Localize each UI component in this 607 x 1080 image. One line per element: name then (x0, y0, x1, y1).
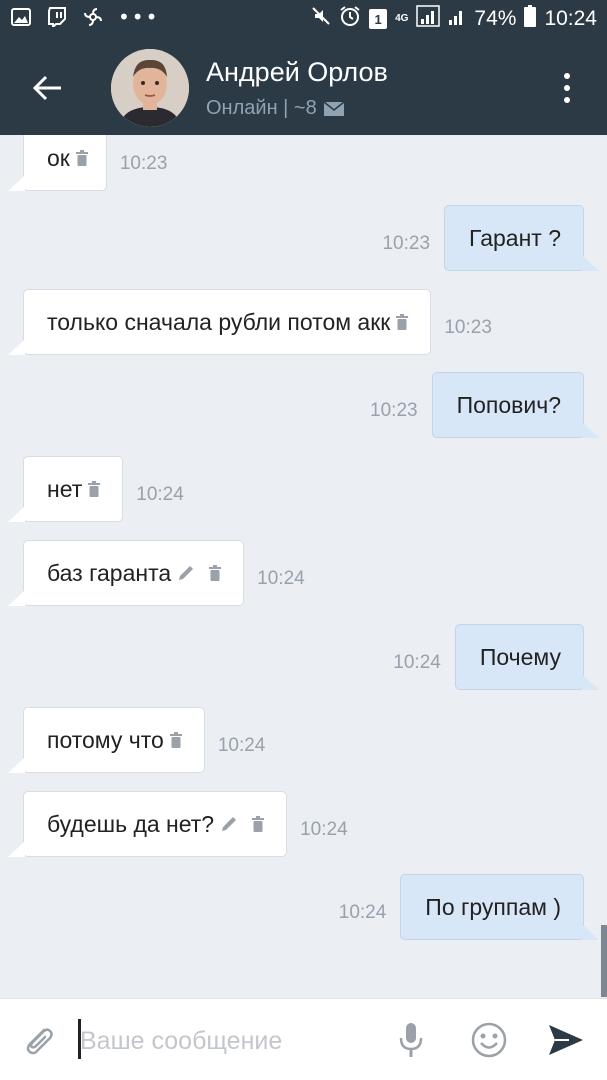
sim-badge: 1 (369, 9, 388, 29)
message-incoming[interactable]: нет 10:24 (7, 456, 184, 522)
alarm-icon (339, 5, 361, 33)
arrow-left-icon (33, 75, 61, 101)
message-outgoing[interactable]: 10:23 Попович? (370, 372, 600, 438)
status-text: Онлайн | ~8 (206, 97, 317, 119)
status-bar: ••• 1 4G 74% 10:24 (0, 0, 607, 40)
emoji-button[interactable] (470, 1021, 508, 1059)
message-text: нет (47, 475, 83, 502)
contact-avatar[interactable] (111, 49, 189, 127)
message-incoming[interactable]: баз гаранта 10:24 (7, 540, 305, 606)
system-indicators: 1 4G 74% 10:24 (311, 5, 597, 33)
send-button[interactable] (545, 1021, 587, 1059)
attach-button[interactable] (20, 1022, 56, 1058)
send-icon (549, 1025, 583, 1055)
message-outgoing[interactable]: 10:24 Почему (393, 624, 600, 690)
message-text: По группам ) (425, 893, 561, 920)
message-time: 10:24 (257, 568, 305, 589)
chat-header: Андрей Орлов Онлайн | ~8 (0, 40, 607, 135)
more-options-button[interactable] (561, 70, 573, 106)
message-bubble[interactable]: Почему (454, 624, 600, 690)
message-text: будешь да нет? (47, 810, 215, 837)
pencil-icon (177, 564, 195, 582)
message-bubble[interactable]: Гарант ? (444, 205, 599, 271)
paperclip-icon (26, 1028, 53, 1055)
trash-icon[interactable] (396, 314, 409, 330)
message-text: баз гаранта (47, 559, 172, 586)
twitch-icon (46, 6, 68, 28)
gallery-icon (10, 6, 32, 28)
back-button[interactable] (30, 70, 66, 106)
message-input[interactable] (80, 1021, 380, 1061)
voice-message-button[interactable] (396, 1021, 426, 1059)
message-time: 10:24 (136, 484, 184, 505)
message-text: ок (47, 144, 70, 171)
pinwheel-icon (82, 6, 104, 28)
scrollbar[interactable] (601, 925, 607, 997)
message-time: 10:24 (217, 735, 266, 756)
message-list[interactable]: ок 10:23 10:23 Гарант ? только сначала р… (0, 135, 607, 998)
message-bubble[interactable]: будешь да нет? (7, 791, 288, 857)
microphone-icon (399, 1023, 423, 1057)
notification-icons: ••• (10, 6, 159, 28)
trash-icon[interactable] (252, 816, 265, 832)
signal-2-icon (448, 6, 466, 32)
message-bubble[interactable]: только сначала рубли потом акк (7, 289, 432, 355)
message-bubble[interactable]: потому что (8, 707, 205, 773)
trash-icon[interactable] (169, 732, 182, 748)
message-time: 10:23 (382, 233, 431, 254)
message-bubble[interactable]: баз гаранта (7, 540, 245, 606)
more-vertical-icon (564, 73, 570, 79)
message-time: 10:24 (393, 652, 441, 673)
message-text: Попович? (456, 391, 561, 418)
message-bubble[interactable]: ок (8, 135, 107, 191)
more-notifications-icon: ••• (118, 5, 160, 29)
trash-icon[interactable] (88, 481, 101, 497)
message-bubble[interactable]: нет (7, 456, 124, 522)
contact-name[interactable]: Андрей Орлов (206, 57, 388, 88)
message-bubble[interactable]: Попович? (431, 372, 600, 438)
message-time: 10:23 (444, 317, 492, 338)
message-incoming[interactable]: только сначала рубли потом акк 10:23 (7, 289, 492, 355)
message-time: 10:23 (370, 400, 418, 421)
pencil-icon (220, 815, 238, 833)
message-time: 10:23 (119, 153, 168, 174)
signal-icon (416, 5, 441, 33)
message-incoming[interactable]: потому что 10:24 (8, 707, 266, 773)
smile-icon (471, 1022, 507, 1058)
clock: 10:24 (544, 7, 597, 30)
message-time: 10:24 (338, 902, 387, 923)
message-time: 10:24 (300, 819, 348, 840)
message-text: только сначала рубли потом акк (47, 308, 391, 335)
message-text: потому что (47, 726, 164, 753)
battery-icon (524, 5, 537, 33)
message-incoming[interactable]: будешь да нет? 10:24 (7, 791, 348, 857)
contact-status: Онлайн | ~8 (206, 97, 345, 120)
trash-icon[interactable] (75, 150, 88, 166)
message-text: Гарант ? (469, 224, 561, 251)
composer (0, 998, 607, 1080)
trash-icon[interactable] (209, 565, 222, 581)
message-bubble[interactable]: По группам ) (400, 874, 599, 940)
battery-percent: 74% (474, 7, 517, 30)
message-outgoing[interactable]: 10:23 Гарант ? (382, 205, 599, 271)
message-outgoing[interactable]: 10:24 По группам ) (338, 874, 599, 940)
mail-icon (323, 100, 345, 116)
mute-icon (311, 6, 331, 32)
message-text: Почему (479, 643, 561, 670)
message-incoming[interactable]: ок 10:23 (8, 135, 168, 191)
network-type: 4G (395, 13, 409, 24)
